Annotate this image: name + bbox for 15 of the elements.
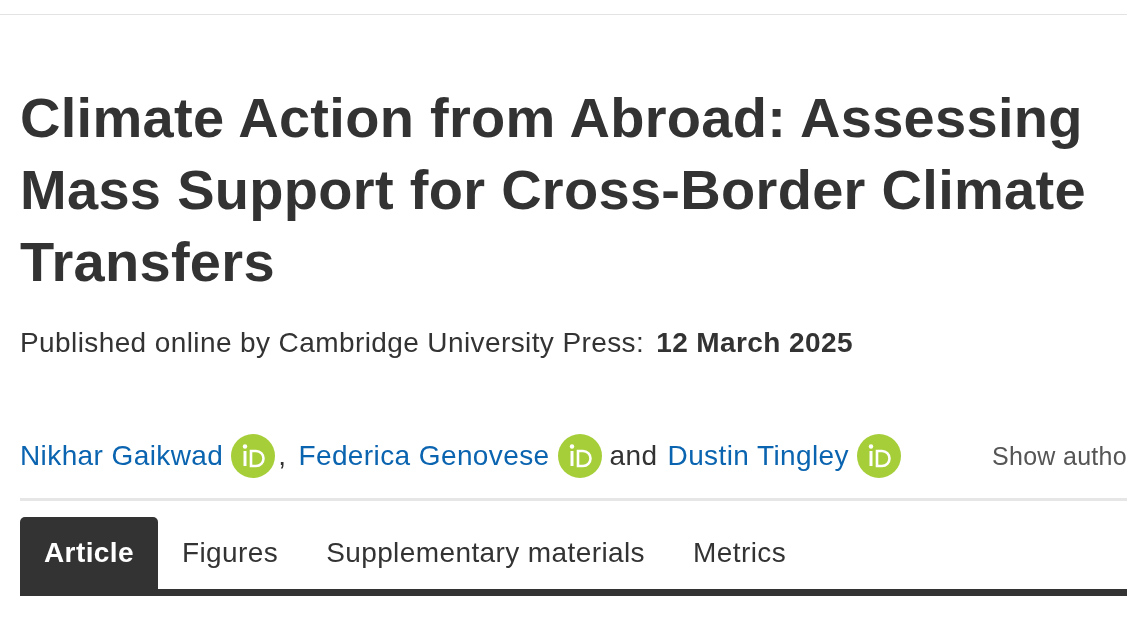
id-badge-icon[interactable] (557, 434, 602, 478)
author-link[interactable]: Federica Genovese (298, 440, 550, 472)
show-authors-link[interactable]: Show autho (991, 441, 1127, 471)
publication-date-line: Published online by Cambridge University Press: 12 March 2025 (20, 326, 854, 360)
tab[interactable]: Figures (157, 517, 303, 589)
author-link[interactable]: Dustin Tingley (667, 440, 849, 472)
id-badge-icon[interactable] (231, 434, 276, 478)
tab[interactable]: Metrics (669, 517, 811, 589)
article-title: Climate Action from Abroad: Assessing Mass Support for Cross-Border Climate Transfers (20, 85, 1087, 295)
author-separator: and (609, 440, 658, 472)
author-link[interactable]: Nikhar Gaikwad (20, 440, 224, 472)
tab[interactable]: Article (20, 517, 158, 589)
id-badge-icon[interactable] (857, 434, 901, 478)
tab[interactable]: Supplementary materials (302, 517, 670, 589)
author-separator: , (278, 440, 287, 472)
